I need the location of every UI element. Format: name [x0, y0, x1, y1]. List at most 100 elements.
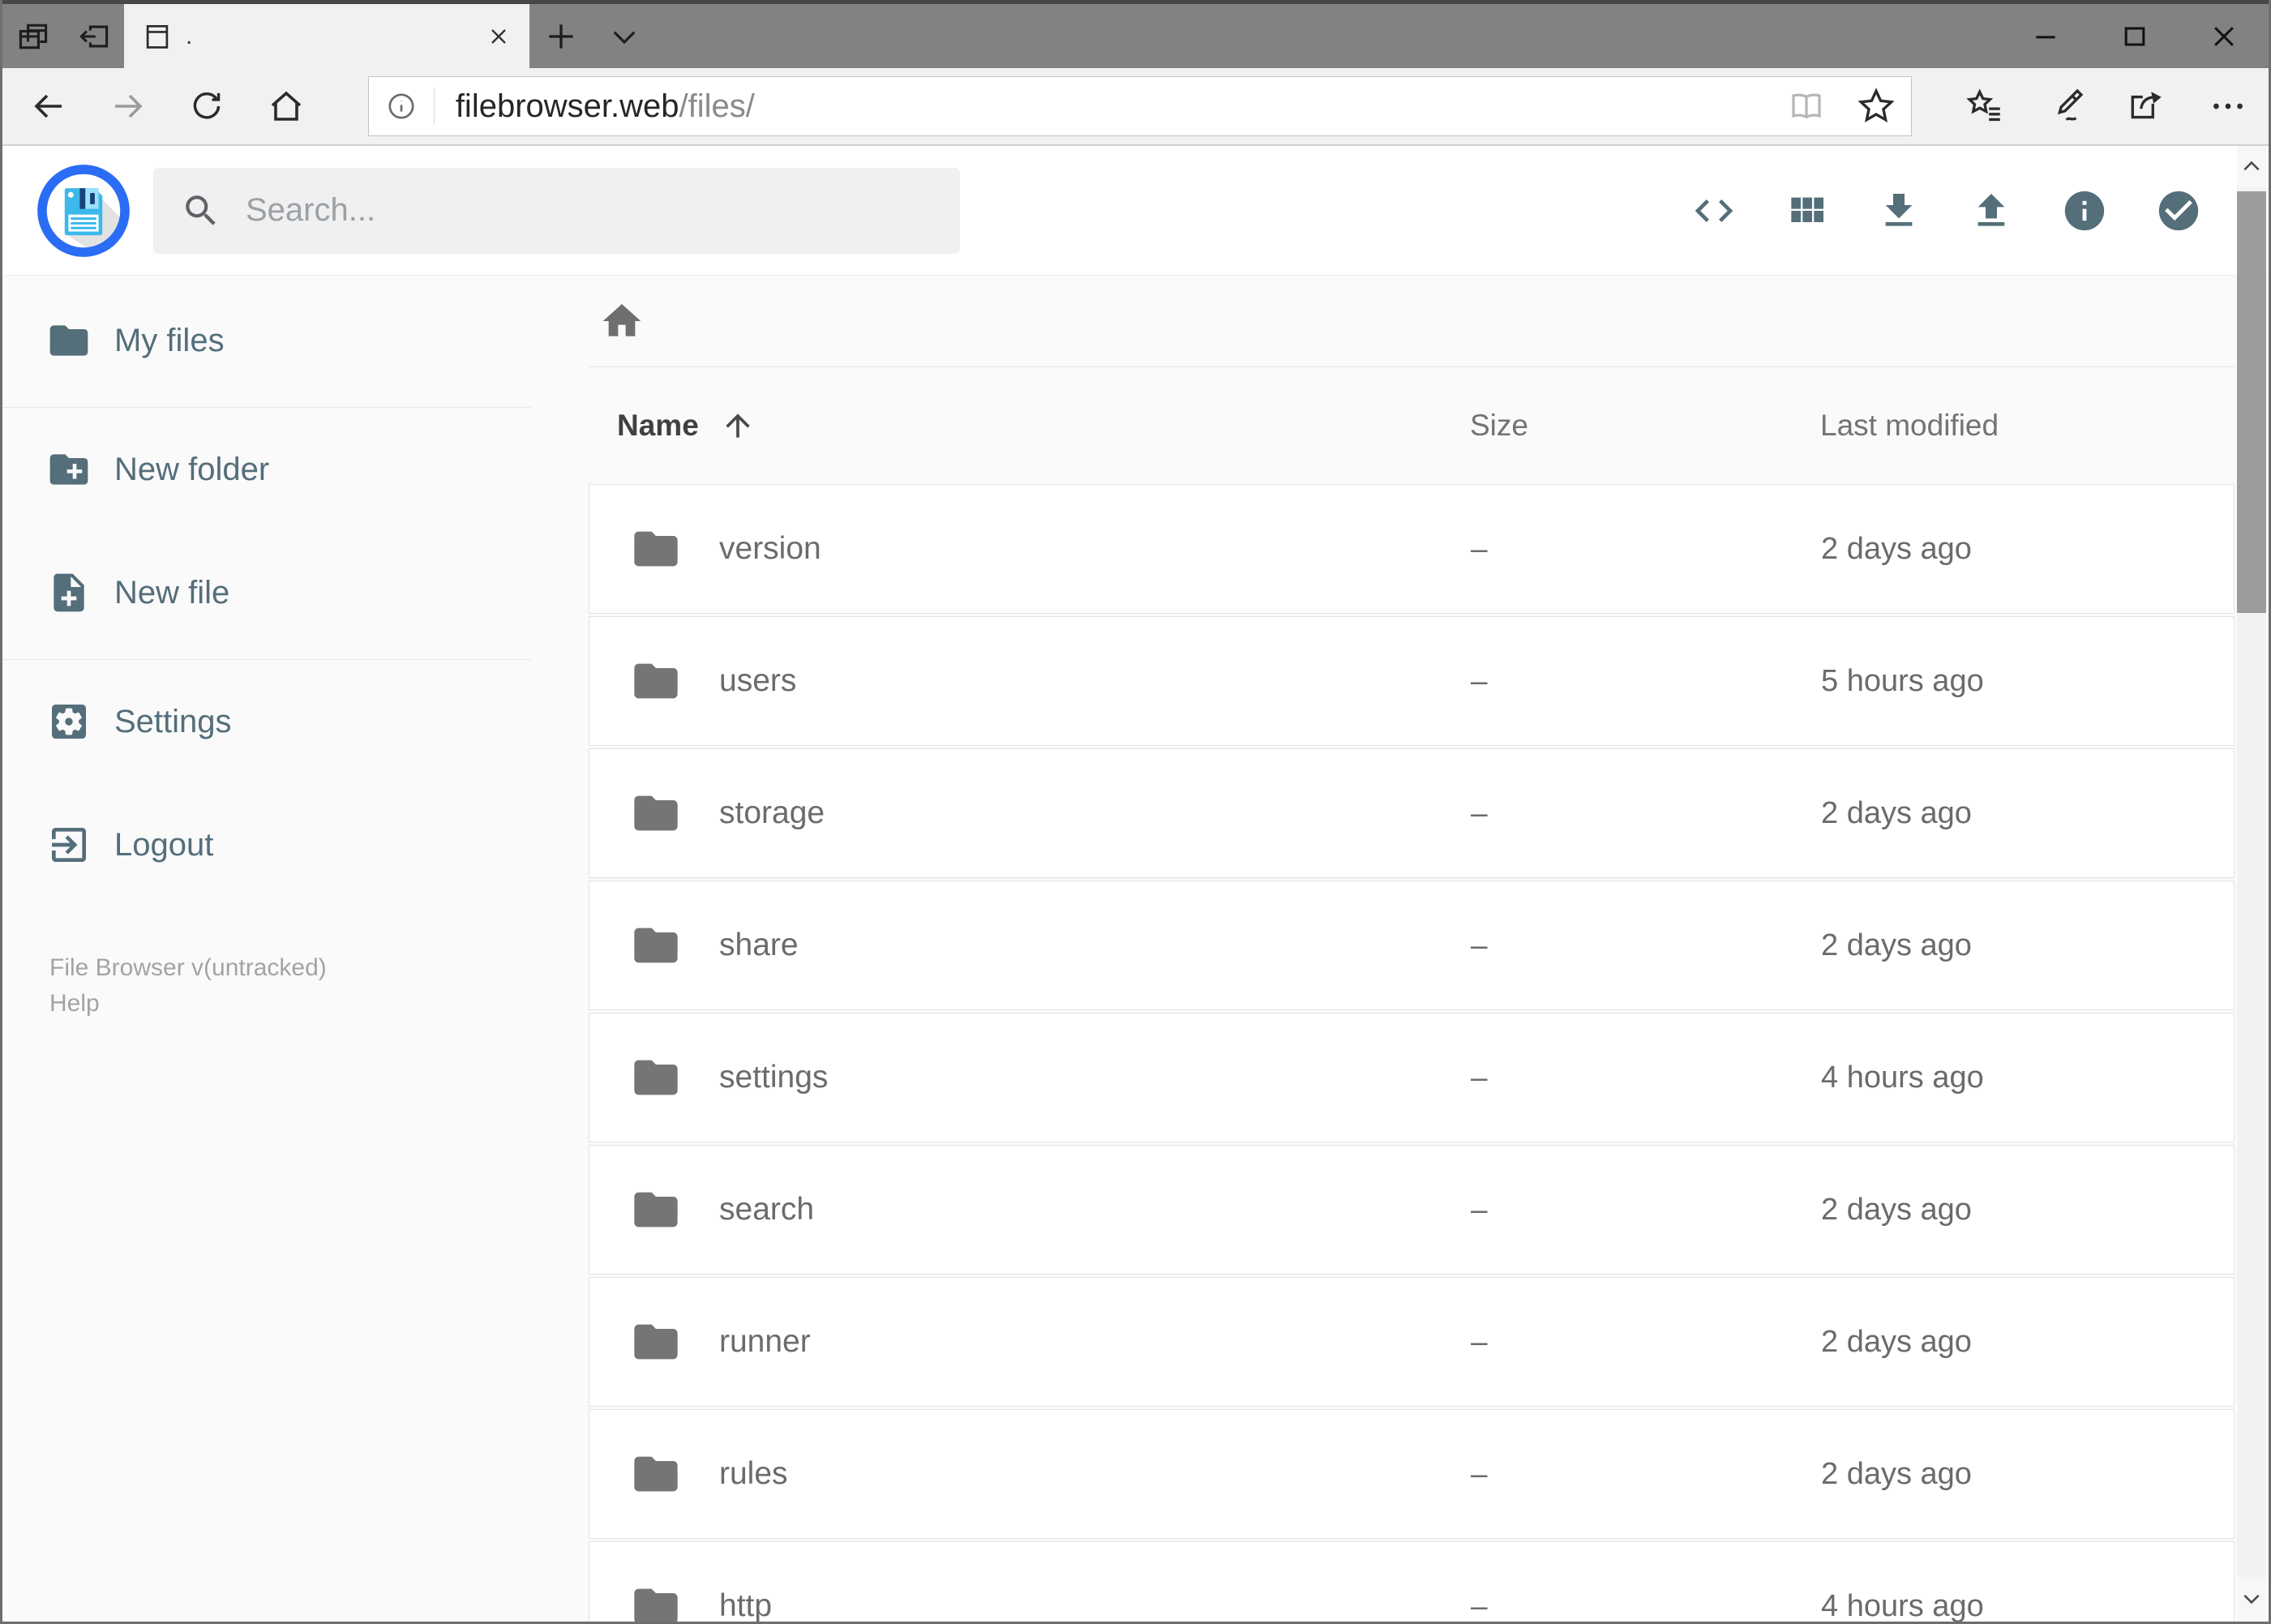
folder-icon: [630, 523, 682, 575]
info-icon: [2061, 187, 2108, 234]
file-name: settings: [719, 1060, 829, 1095]
file-row[interactable]: http – 4 hours ago: [589, 1541, 2235, 1622]
raw-view-button[interactable]: [1691, 188, 1737, 234]
grid-view-button[interactable]: [1784, 188, 1829, 234]
file-name-cell: version: [589, 523, 1452, 575]
sidebar-item-logout[interactable]: Logout: [2, 796, 531, 893]
sidebar-item-new-folder[interactable]: New folder: [2, 421, 531, 518]
breadcrumb-home-button[interactable]: [599, 298, 645, 344]
home-button[interactable]: [246, 74, 326, 139]
reading-view-icon: [1787, 87, 1826, 126]
settings-more-button[interactable]: [2187, 74, 2269, 139]
folder-icon: [630, 1580, 682, 1622]
scrollbar-up-button[interactable]: [2237, 146, 2266, 188]
sidebar-item-settings[interactable]: Settings: [2, 673, 531, 770]
help-link[interactable]: Help: [49, 988, 100, 1020]
share-icon: [2127, 86, 2167, 126]
download-button[interactable]: [1876, 188, 1922, 234]
web-note-button[interactable]: [2025, 74, 2106, 139]
titlebar-drag-area: [656, 4, 2001, 68]
file-name: search: [719, 1192, 815, 1227]
folder-icon: [630, 787, 682, 839]
file-modified: 2 days ago: [1821, 1192, 1972, 1227]
page-scrollbar[interactable]: [2237, 146, 2266, 1619]
file-row[interactable]: version – 2 days ago: [589, 484, 2235, 614]
sort-ascending-icon: [720, 408, 756, 443]
add-favorite-button[interactable]: [1841, 77, 1911, 135]
file-row[interactable]: runner – 2 days ago: [589, 1277, 2235, 1407]
new-tab-button[interactable]: [529, 4, 593, 68]
file-name-cell: http: [589, 1580, 1452, 1622]
file-modified: 2 days ago: [1821, 531, 1972, 566]
site-info-button[interactable]: [369, 77, 434, 135]
scrollbar-down-button[interactable]: [2237, 1577, 2266, 1619]
back-icon: [29, 87, 68, 126]
browser-toolbar: [1944, 74, 2269, 139]
file-size: –: [1471, 928, 1488, 962]
file-name: http: [719, 1588, 773, 1622]
new-file-icon: [46, 570, 92, 615]
file-row[interactable]: rules – 2 days ago: [589, 1409, 2235, 1539]
tab-dropdown-button[interactable]: [593, 4, 656, 68]
browser-window: . filebrowser.web/files/ Search... My fi…: [0, 0, 2271, 1624]
file-row[interactable]: settings – 4 hours ago: [589, 1013, 2235, 1142]
maximize-button[interactable]: [2090, 4, 2179, 68]
tab-preview-button[interactable]: [2, 4, 63, 68]
close-tab-icon[interactable]: [486, 24, 512, 49]
upload-icon: [1969, 188, 2014, 234]
file-size: –: [1471, 664, 1488, 697]
file-browser-logo[interactable]: [36, 164, 131, 258]
file-name: runner: [719, 1324, 811, 1359]
file-size: –: [1471, 1325, 1488, 1358]
sidebar-item-label: New folder: [114, 451, 270, 487]
search-bar[interactable]: [153, 167, 960, 254]
file-name-cell: users: [589, 655, 1452, 707]
chevron-down-icon: [2241, 1588, 2262, 1609]
web-note-pen-icon: [2046, 86, 2086, 126]
close-window-button[interactable]: [2179, 4, 2269, 68]
info-button[interactable]: [2061, 187, 2108, 234]
file-name: storage: [719, 795, 825, 830]
column-header-size[interactable]: Size: [1451, 409, 1810, 443]
folder-icon: [630, 1448, 682, 1500]
back-button[interactable]: [9, 74, 88, 139]
column-header-name[interactable]: Name: [589, 408, 1451, 443]
browser-tab[interactable]: .: [124, 4, 529, 68]
reading-view-button[interactable]: [1772, 77, 1841, 135]
file-row[interactable]: share – 2 days ago: [589, 881, 2235, 1010]
minimize-button[interactable]: [2001, 4, 2090, 68]
url-host: filebrowser.web: [455, 88, 679, 124]
folder-icon: [630, 1316, 682, 1368]
tab-preview-icon: [15, 19, 51, 54]
file-name-cell: storage: [589, 787, 1452, 839]
column-header-modified[interactable]: Last modified: [1810, 409, 2235, 443]
search-input[interactable]: [246, 192, 960, 229]
forward-button[interactable]: [88, 74, 168, 139]
file-name: users: [719, 663, 797, 698]
file-row[interactable]: storage – 2 days ago: [589, 748, 2235, 878]
sidebar-item-my-files[interactable]: My files: [2, 292, 531, 389]
sidebar-item-new-file[interactable]: New file: [2, 544, 531, 641]
sidebar: My files New folder New file Settings Lo…: [2, 276, 531, 1020]
hub-favorites-button[interactable]: [1944, 74, 2025, 139]
file-name-cell: rules: [589, 1448, 1452, 1500]
settings-icon: [46, 699, 92, 744]
url-bar[interactable]: filebrowser.web/files/: [367, 76, 1912, 136]
file-row[interactable]: search – 2 days ago: [589, 1145, 2235, 1275]
chevron-up-icon: [2241, 156, 2262, 178]
refresh-button[interactable]: [167, 74, 246, 139]
breadcrumb: [589, 276, 2235, 366]
upload-button[interactable]: [1969, 188, 2014, 234]
sidebar-item-label: My files: [114, 322, 225, 358]
folder-icon: [46, 318, 92, 363]
share-button[interactable]: [2106, 74, 2187, 139]
file-row[interactable]: users – 5 hours ago: [589, 616, 2235, 746]
set-tabs-aside-icon: [76, 19, 112, 54]
select-multiple-button[interactable]: [2155, 187, 2202, 234]
more-ellipsis-icon: [2208, 86, 2248, 126]
listing-rows: version – 2 days ago users – 5 hours ago…: [589, 484, 2235, 1622]
set-tabs-aside-button[interactable]: [63, 4, 124, 68]
url-text[interactable]: filebrowser.web/files/: [456, 88, 755, 125]
scrollbar-thumb[interactable]: [2237, 191, 2266, 613]
folder-icon: [630, 1184, 682, 1236]
